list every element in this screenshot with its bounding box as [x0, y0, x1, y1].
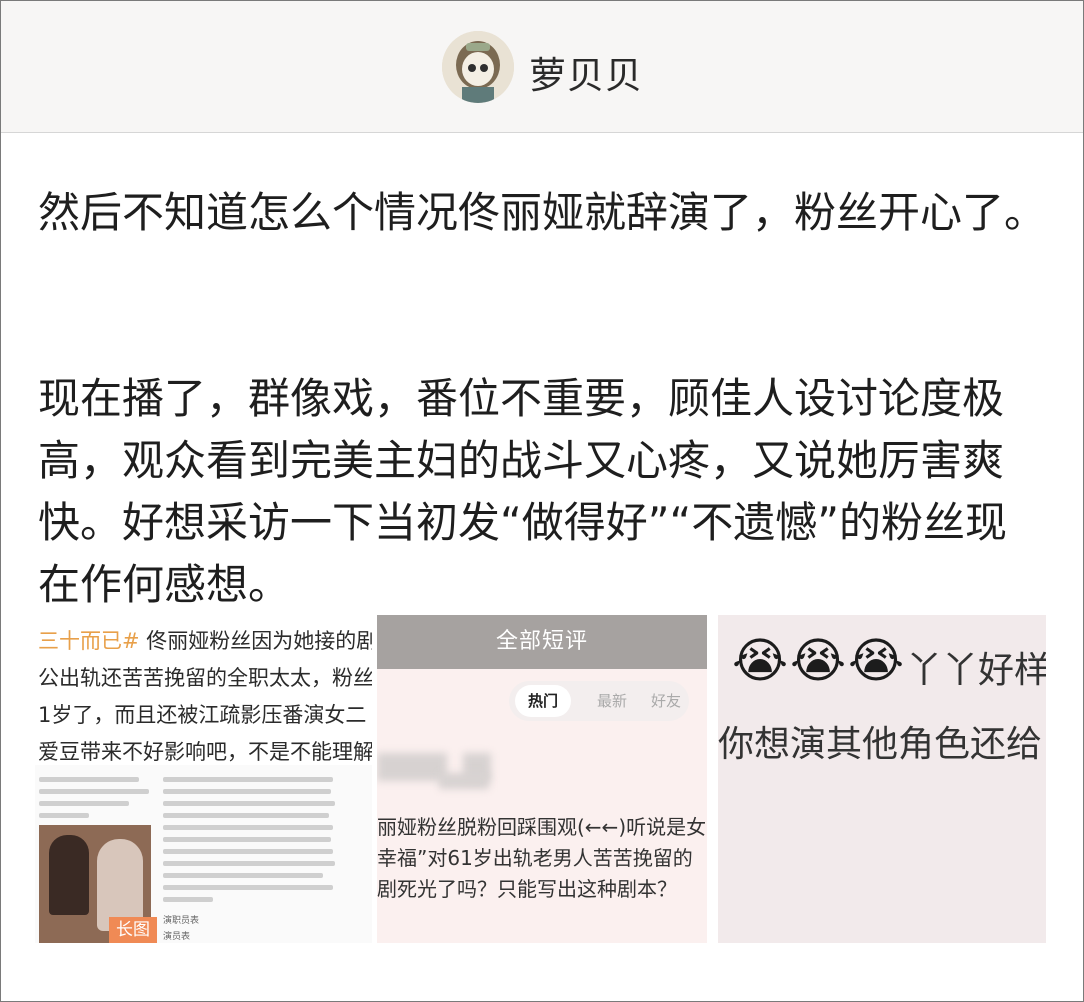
review-line-3: 剧死光了吗？只能写出这种剧本？: [377, 877, 677, 901]
text-line: [163, 825, 333, 830]
text-line: [163, 885, 333, 890]
crying-face-icon: 😭: [790, 633, 847, 689]
username[interactable]: 萝贝贝: [529, 45, 643, 99]
crying-face-icon: 😭: [848, 633, 905, 689]
image-1-line-3: 1岁了，而且还被江疏影压番演女二: [38, 703, 367, 727]
blurred-username: [377, 753, 447, 781]
image-1-line-2: 公出轨还苦苦挽留的全职太太，粉丝: [38, 666, 372, 690]
review-line-2: 幸福”对61岁出轨老男人苦苦挽留的: [377, 846, 693, 870]
text-line: [163, 789, 331, 794]
photo-figure: [49, 835, 89, 915]
post-image-1[interactable]: 三十而已# 佟丽娅粉丝因为她接的剧 公出轨还苦苦挽留的全职太太，粉丝 1岁了，而…: [35, 615, 372, 943]
text-line: [163, 861, 335, 866]
crying-face-icon: 😭: [732, 633, 789, 689]
image-1-line-4: 爱豆带来不好影响吧，不是不能理解: [38, 740, 372, 764]
image-1-line-1-text: 佟丽娅粉丝因为她接的剧: [139, 629, 372, 653]
image-1-lower-screenshot: 长图 演职员表 演员表: [35, 765, 372, 943]
text-line: [39, 777, 139, 782]
text-line: [39, 813, 89, 818]
cast-credits-label: 演职员表: [163, 916, 200, 926]
text-line: [163, 813, 329, 818]
tab-latest[interactable]: 最新: [587, 681, 637, 721]
post-paragraph-2: 现在播了，群像戏，番位不重要，顾佳人设讨论度极高，观众看到完美主妇的战斗又心疼，…: [38, 374, 1008, 609]
comment-line-2: 你想演其他角色还给: [718, 724, 1043, 765]
text-line: [163, 837, 331, 842]
reviews-title-bar: 全部短评: [377, 615, 707, 669]
text-line: [163, 897, 213, 902]
text-line: [163, 849, 333, 854]
text-line: [39, 801, 129, 806]
post-image-2[interactable]: 全部短评 热门 最新 好友 丽娅粉丝脱粉回踩围观(←←)听说是女 幸福”对61岁…: [377, 615, 707, 943]
post-image-3[interactable]: 😭 😭 😭 丫丫好样 你想演其他角色还给: [718, 615, 1046, 943]
text-line: [163, 801, 335, 806]
image-1-hashtag: 三十而已#: [38, 629, 140, 653]
avatar-icon: [442, 31, 514, 103]
post-header: 萝贝贝: [1, 1, 1083, 133]
text-line: [163, 873, 323, 878]
tab-hot[interactable]: 热门: [515, 685, 571, 717]
text-line: [163, 777, 333, 782]
text-line: [39, 789, 149, 794]
long-image-badge: 长图: [109, 917, 157, 943]
tab-friends[interactable]: 好友: [641, 681, 691, 721]
review-line-1: 丽娅粉丝脱粉回踩围观(←←)听说是女: [377, 815, 707, 839]
avatar[interactable]: [442, 31, 514, 103]
cast-list-label: 演员表: [163, 932, 191, 942]
review-tabs: 热门 最新 好友: [509, 681, 689, 721]
post-paragraph-1: 然后不知道怎么个情况佟丽娅就辞演了，粉丝开心了。: [38, 188, 1047, 237]
blurred-username: [439, 773, 489, 789]
comment-line-1: 丫丫好样: [906, 650, 1046, 691]
image-1-line-1: 三十而已# 佟丽娅粉丝因为她接的剧: [38, 625, 372, 655]
